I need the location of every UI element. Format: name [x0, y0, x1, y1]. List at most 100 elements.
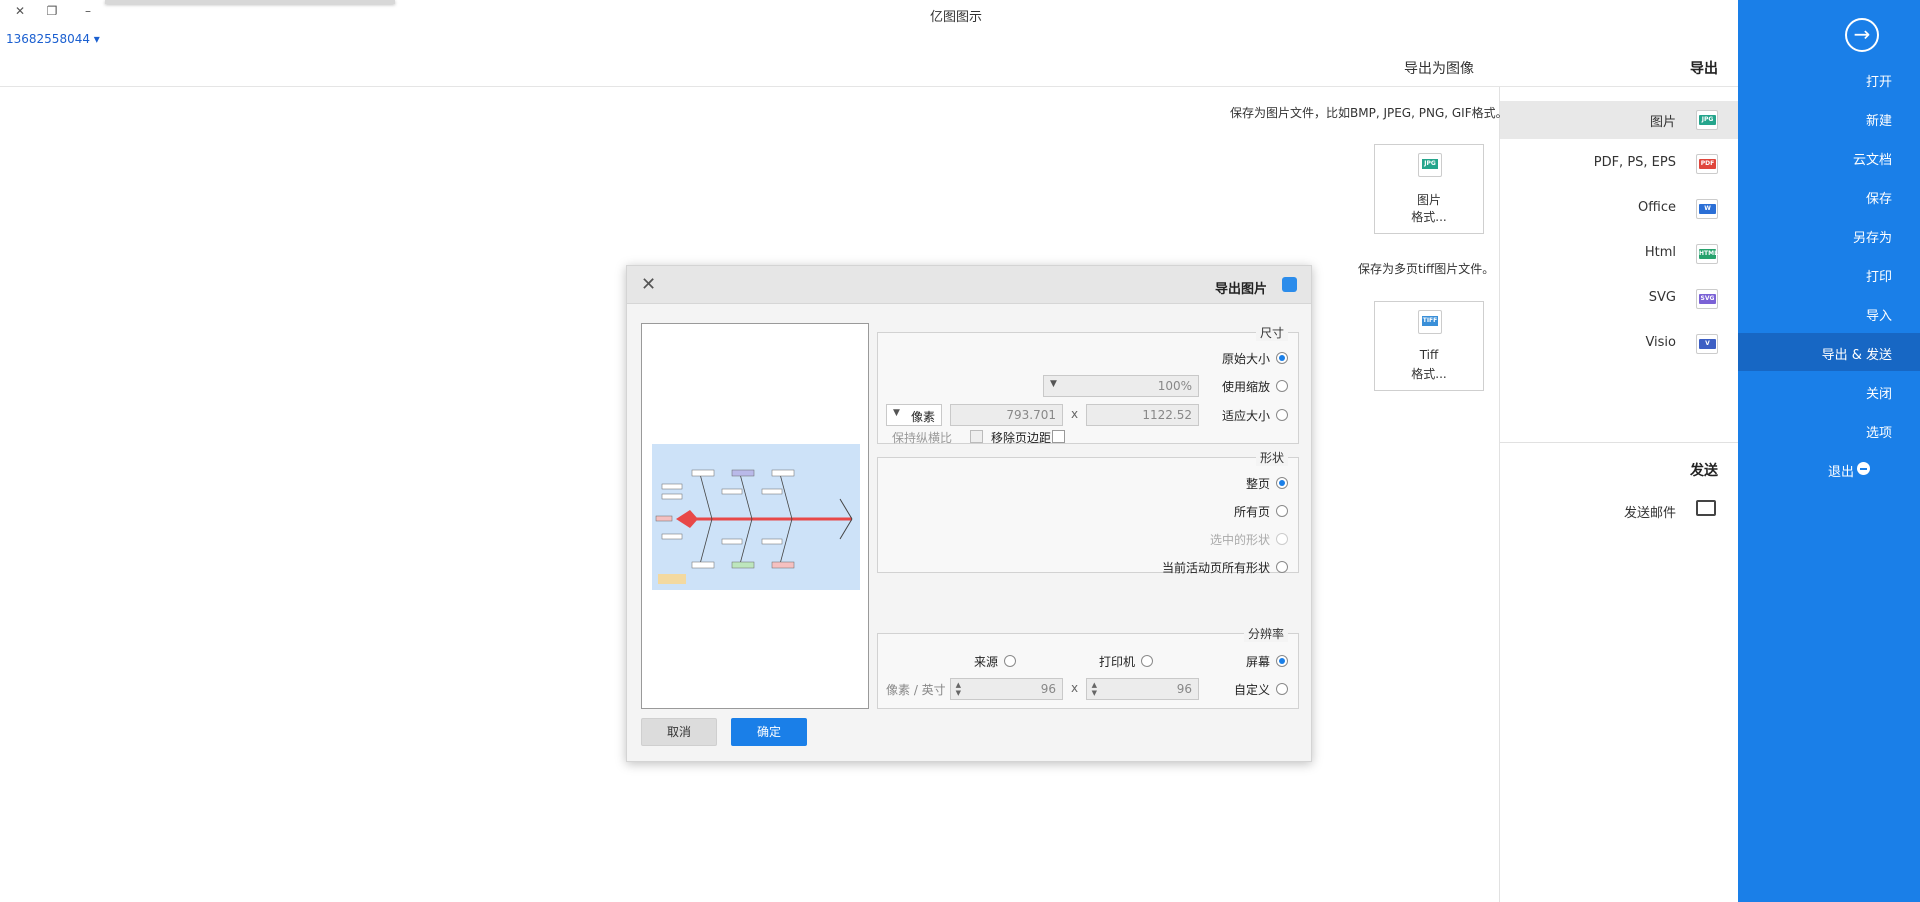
export-type-label: Office — [1638, 200, 1676, 215]
sidebar-item-print[interactable]: 打印 — [1738, 255, 1920, 293]
tiff-description: 保存为多页tiff图片文件。 — [1358, 262, 1495, 276]
keep-ratio-checkbox[interactable] — [970, 430, 983, 443]
sidebar-item-label: 关闭 — [1865, 387, 1892, 402]
radio-indicator — [1276, 505, 1288, 517]
sidebar-item-label: 导入 — [1865, 309, 1892, 324]
resolution-custom-radio[interactable]: 自定义 — [1218, 680, 1288, 698]
card-title: Tiff — [1419, 348, 1439, 362]
sidebar-item-new[interactable]: 新建 — [1738, 99, 1920, 137]
sidebar-item-open[interactable]: 打开 — [1738, 60, 1920, 98]
export-type-label: Visio — [1645, 335, 1676, 350]
window-title: 亿图图示 — [930, 10, 983, 25]
sidebar-item-cloud[interactable]: 云文档 — [1738, 138, 1920, 176]
dpi-x-input[interactable]: ▲ ▼ 96 — [1086, 678, 1199, 700]
size-original-radio[interactable]: 原始大小 — [1208, 349, 1288, 367]
title-shadow — [105, 0, 395, 4]
back-button[interactable]: → — [1845, 18, 1879, 52]
word-icon: W — [1696, 199, 1718, 219]
remove-margin-checkbox[interactable] — [1052, 430, 1065, 443]
export-type-pdf[interactable]: PDF PDF, PS, EPS — [1500, 145, 1738, 183]
size-zoom-radio[interactable]: 使用缩放 — [1208, 377, 1288, 395]
dpi-y-input[interactable]: ▲ ▼ 96 — [950, 678, 1063, 700]
export-type-visio[interactable]: V Visio — [1500, 325, 1738, 363]
zoom-select[interactable]: ▼ 100% — [1043, 375, 1199, 397]
resolution-source-radio[interactable]: 来源 — [956, 652, 1016, 670]
width-value: 1122.52 — [1142, 408, 1192, 422]
user-account-link[interactable]: 13682558044 ▾ — [6, 32, 100, 46]
close-icon[interactable]: ✕ — [641, 274, 656, 295]
cancel-button[interactable]: 取消 — [641, 718, 717, 746]
radio-indicator — [1276, 477, 1288, 489]
card-title: 图片 — [1416, 193, 1441, 207]
size-group: 尺寸 原始大小 使用缩放 ▼ 100% 适应大小 1122.52 x 793.7… — [877, 324, 1299, 445]
restore-window-button[interactable]: ❐ — [42, 4, 62, 20]
resolution-screen-radio[interactable]: 屏幕 — [1228, 652, 1288, 670]
export-type-office[interactable]: W Office — [1500, 190, 1738, 228]
card-subtitle: 格式... — [1411, 210, 1447, 224]
sidebar-item-import[interactable]: 导入 — [1738, 294, 1920, 332]
shape-selected-radio[interactable]: 选中的形状 — [1188, 530, 1288, 548]
sidebar-item-exit[interactable]: 退出 — [1738, 450, 1920, 488]
resolution-printer-radio[interactable]: 打印机 — [1093, 652, 1153, 670]
mail-icon[interactable] — [1696, 500, 1716, 516]
unit-select[interactable]: ▼ 像素 — [886, 404, 942, 426]
export-type-image[interactable]: JPG 图片 — [1500, 101, 1738, 139]
dpi-x-value: 96 — [1176, 682, 1192, 696]
tiff-format-card[interactable]: TIFF Tiff 格式... — [1374, 301, 1484, 391]
sidebar-item-label: 导出 & 发送 — [1821, 348, 1892, 363]
radio-label: 使用缩放 — [1221, 380, 1270, 394]
sidebar-item-label: 选项 — [1865, 426, 1892, 441]
shape-group-label: 形状 — [1255, 449, 1288, 466]
width-input[interactable]: 1122.52 — [1086, 404, 1199, 426]
unit-value: 像素 — [910, 410, 935, 424]
stepper-icon[interactable]: ▲ ▼ — [1089, 681, 1097, 697]
send-divider — [1500, 442, 1738, 443]
shape-all-pages-radio[interactable]: 所有页 — [1208, 502, 1288, 520]
export-header: 导出 — [1690, 61, 1718, 77]
stepper-icon[interactable]: ▲ ▼ — [953, 681, 961, 697]
radio-indicator — [1276, 409, 1288, 421]
keep-ratio-label: 保持纵横比 — [892, 431, 953, 445]
times-label: x — [1071, 407, 1079, 421]
sidebar-item-save-as[interactable]: 另存为 — [1738, 216, 1920, 254]
radio-label: 打印机 — [1098, 655, 1135, 669]
height-input[interactable]: 793.701 — [950, 404, 1063, 426]
pdf-icon: PDF — [1696, 154, 1718, 174]
times-label: x — [1071, 681, 1079, 695]
sidebar-item-options[interactable]: 选项 — [1738, 411, 1920, 449]
sidebar-item-label: 新建 — [1865, 114, 1892, 129]
height-value: 793.701 — [1006, 408, 1056, 422]
export-type-label: PDF, PS, EPS — [1593, 155, 1676, 170]
shape-current-page-radio[interactable]: 当前活动页所有形状 — [1138, 558, 1288, 576]
dialog-header: 导出图片 ✕ — [627, 266, 1311, 304]
sidebar-item-label: 保存 — [1865, 192, 1892, 207]
radio-label: 选中的形状 — [1209, 533, 1270, 547]
app-logo-icon — [1282, 277, 1297, 292]
image-format-card[interactable]: JPG 图片 格式... — [1374, 144, 1484, 234]
sidebar-item-label: 另存为 — [1852, 231, 1892, 246]
export-type-svg[interactable]: SVG SVG — [1500, 280, 1738, 318]
radio-label: 所有页 — [1233, 505, 1270, 519]
shape-group: 形状 整页 所有页 选中的形状 当前活动页所有形状 — [877, 449, 1299, 576]
dialog-title: 导出图片 — [1214, 282, 1267, 297]
jpg-icon: JPG — [1696, 110, 1718, 130]
preview-pane — [641, 323, 869, 709]
title-bar: 亿图图示 ✕ ❐ – — [0, 0, 1738, 30]
shape-whole-page-radio[interactable]: 整页 — [1228, 474, 1288, 492]
radio-label: 自定义 — [1233, 683, 1270, 697]
sidebar-item-save[interactable]: 保存 — [1738, 177, 1920, 215]
radio-indicator — [1276, 533, 1288, 545]
sidebar-item-close[interactable]: 关闭 — [1738, 372, 1920, 410]
sidebar-item-export-send[interactable]: 导出 & 发送 — [1738, 333, 1920, 371]
size-fit-radio[interactable]: 适应大小 — [1208, 406, 1288, 424]
sidebar-item-label: 退出 — [1827, 465, 1854, 480]
send-mail-link[interactable]: 发送邮件 — [1624, 502, 1676, 521]
radio-label: 当前活动页所有形状 — [1161, 561, 1270, 575]
close-window-button[interactable]: ✕ — [10, 4, 30, 20]
send-header: 发送 — [1690, 463, 1718, 479]
ok-button[interactable]: 确定 — [731, 718, 807, 746]
radio-indicator — [1004, 655, 1016, 667]
radio-indicator — [1276, 655, 1288, 667]
export-type-html[interactable]: HTML Html — [1500, 235, 1738, 273]
minimize-window-button[interactable]: – — [78, 4, 98, 20]
